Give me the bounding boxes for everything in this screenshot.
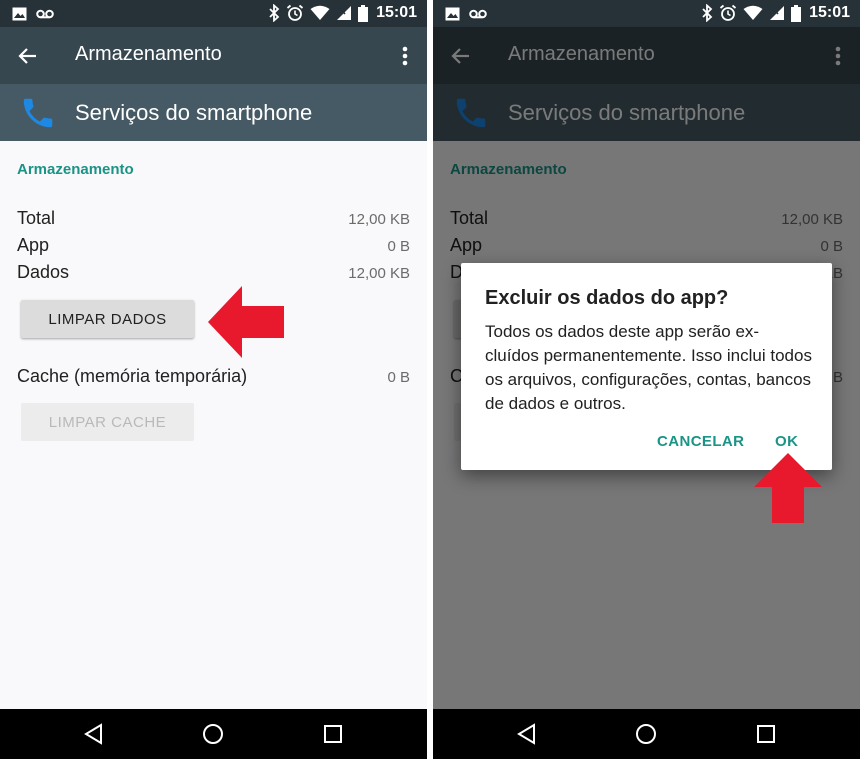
clear-data-button[interactable]: LIMPAR DADOS — [21, 300, 194, 338]
overflow-menu-button[interactable] — [395, 40, 415, 72]
back-button[interactable] — [12, 40, 44, 72]
battery-icon — [358, 4, 369, 22]
signal-icon — [769, 5, 785, 21]
overflow-menu-icon — [402, 46, 408, 66]
image-icon — [12, 7, 27, 21]
status-bar: 15:01 — [433, 0, 860, 27]
wifi-icon — [310, 5, 330, 21]
status-bar: 15:01 — [0, 0, 427, 27]
navigation-bar — [0, 709, 427, 759]
row-value: 0 B — [387, 238, 410, 255]
red-arrow-up-icon — [754, 453, 822, 523]
signal-icon — [336, 5, 352, 21]
phone-icon — [23, 98, 53, 128]
confirm-dialog-screen: 15:01 Armazenamento Serviços do smartpho… — [433, 0, 860, 759]
nav-back-icon[interactable] — [515, 722, 539, 746]
app-name: Serviços do smartphone — [75, 100, 313, 125]
bluetooth-icon — [701, 4, 713, 22]
dialog-message: Todos os dados deste app serão ex- cluíd… — [485, 322, 812, 413]
bluetooth-icon — [268, 4, 280, 22]
storage-content: Armazenamento Total 12,00 KB App 0 B Dad… — [0, 141, 427, 709]
back-arrow-icon — [18, 48, 36, 64]
storage-row-data: Dados 12,00 KB — [17, 262, 410, 283]
status-time: 15:01 — [376, 4, 417, 21]
nav-back-icon[interactable] — [82, 722, 106, 746]
ok-button[interactable]: OK — [775, 433, 798, 450]
nav-recent-icon[interactable] — [754, 722, 778, 746]
toolbar: Armazenamento — [0, 27, 427, 84]
storage-screen: 15:01 Armazenamento Serviços do smartpho… — [0, 0, 427, 759]
dialog-title: Excluir os dados do app? — [485, 287, 729, 309]
navigation-bar — [433, 709, 860, 759]
row-label: Total — [17, 208, 56, 228]
app-header: Serviços do smartphone — [0, 84, 427, 141]
alarm-icon — [286, 4, 304, 22]
toolbar-title: Armazenamento — [75, 43, 222, 65]
storage-row-cache: Cache (memória temporária) 0 B — [17, 366, 410, 387]
nav-home-icon[interactable] — [201, 722, 225, 746]
voicemail-icon — [469, 9, 487, 19]
status-time: 15:01 — [809, 4, 850, 21]
storage-row-total: Total 12,00 KB — [17, 208, 410, 229]
row-value: 12,00 KB — [348, 211, 410, 228]
image-icon — [445, 7, 460, 21]
confirm-dialog: Excluir os dados do app? Todos os dados … — [461, 263, 832, 470]
alarm-icon — [719, 4, 737, 22]
row-label: App — [17, 235, 50, 255]
storage-row-app: App 0 B — [17, 235, 410, 256]
nav-home-icon[interactable] — [634, 722, 658, 746]
battery-icon — [791, 4, 802, 22]
row-label: Dados — [17, 262, 70, 282]
row-value: 12,00 KB — [348, 265, 410, 282]
red-arrow-left-icon — [208, 286, 284, 358]
cancel-button[interactable]: CANCELAR — [657, 433, 744, 450]
clear-cache-button: LIMPAR CACHE — [21, 403, 194, 441]
wifi-icon — [743, 5, 763, 21]
nav-recent-icon[interactable] — [321, 722, 345, 746]
section-title: Armazenamento — [17, 161, 134, 178]
row-value: 0 B — [387, 369, 410, 386]
row-label: Cache (memória temporária) — [17, 366, 248, 386]
voicemail-icon — [36, 9, 54, 19]
